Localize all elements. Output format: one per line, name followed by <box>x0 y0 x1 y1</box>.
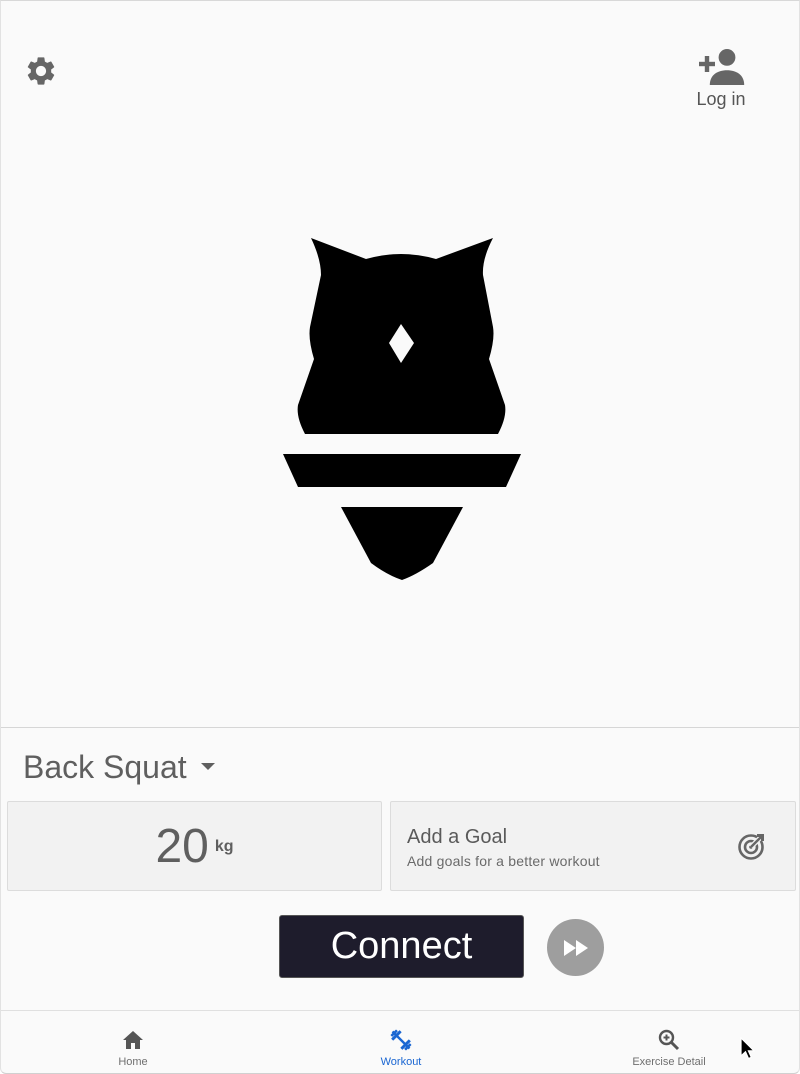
mouse-cursor-icon <box>740 1037 756 1060</box>
fast-forward-icon <box>563 939 588 956</box>
login-label: Log in <box>696 89 746 109</box>
nav-label-workout: Workout <box>380 1056 422 1068</box>
connect-button[interactable]: Connect <box>279 915 524 978</box>
zoom-in-icon <box>658 1029 680 1051</box>
owl-logo <box>283 238 521 580</box>
settings-button[interactable] <box>23 53 59 89</box>
gear-icon <box>27 57 55 85</box>
goal-title: Add a Goal <box>407 826 508 848</box>
nav-item-home[interactable]: Home <box>53 1011 213 1073</box>
person-add-icon <box>699 49 745 85</box>
bottom-navigation: Home Workout Exercise Detail <box>1 1011 799 1073</box>
weight-card[interactable]: 20 kg <box>7 801 382 891</box>
weight-unit: kg <box>214 838 234 855</box>
fast-forward-button[interactable] <box>547 919 604 976</box>
nav-label-home: Home <box>118 1056 148 1068</box>
nav-label-exercise-detail: Exercise Detail <box>632 1056 706 1068</box>
dumbbell-icon <box>390 1029 412 1051</box>
caret-down-icon <box>200 763 215 770</box>
login-button[interactable]: Log in <box>683 47 759 117</box>
nav-item-workout[interactable]: Workout <box>321 1011 481 1073</box>
exercise-dropdown[interactable]: Back Squat <box>23 743 215 791</box>
goal-subtitle: Add goals for a better workout <box>407 853 600 869</box>
nav-item-exercise-detail[interactable]: Exercise Detail <box>589 1011 749 1073</box>
target-icon <box>738 834 764 860</box>
add-goal-card[interactable]: Add a Goal Add goals for a better workou… <box>390 801 796 891</box>
home-icon <box>123 1031 143 1049</box>
panel-divider <box>1 727 799 728</box>
weight-value: 20 <box>155 819 209 873</box>
app-window: Log in Back Squat 20 kg Add a Goal Add g… <box>0 0 800 1074</box>
exercise-name: Back Squat <box>23 748 187 785</box>
